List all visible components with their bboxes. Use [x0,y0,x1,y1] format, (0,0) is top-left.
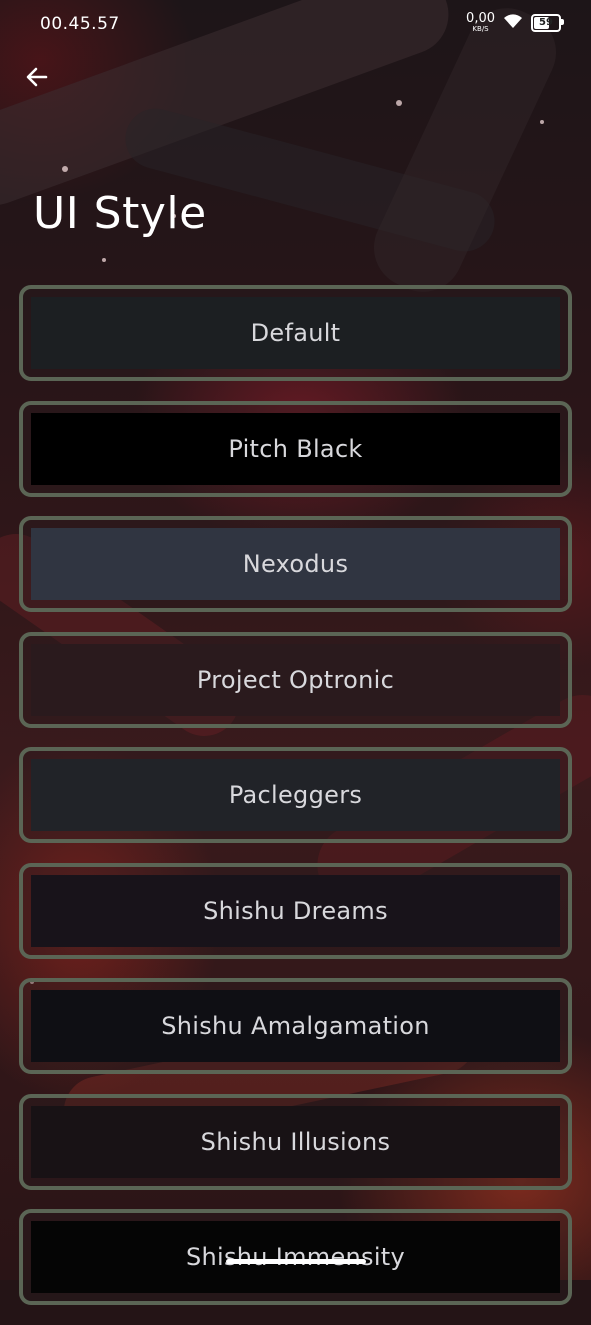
network-speed-indicator: 0,00 KB/S [466,12,495,33]
style-option-shishu-amalgamation[interactable]: Shishu Amalgamation [19,978,572,1074]
style-option-label: Pitch Black [228,434,363,463]
style-swatch: Shishu Immensity [31,1221,560,1293]
style-option-project-optronic[interactable]: Project Optronic [19,631,572,728]
page-title: UI Style [33,188,207,239]
style-swatch: Shishu Dreams [31,874,560,947]
network-speed-unit: KB/S [472,25,489,33]
ui-style-list: Default Pitch Black Nexodus Project Optr… [19,285,572,1325]
style-option-label: Pacleggers [228,781,363,809]
style-swatch: Shishu Amalgamation [31,990,560,1062]
arrow-left-icon [24,64,50,94]
network-speed-value: 0,00 [466,11,495,26]
style-swatch: Default [31,297,560,369]
style-option-label: Shishu Illusions [200,1127,391,1156]
back-button[interactable] [18,60,56,98]
style-option-label: Project Optronic [196,665,395,694]
style-option-label: Shishu Amalgamation [161,1012,430,1040]
style-option-label: Nexodus [242,550,349,578]
home-indicator[interactable] [226,1259,366,1264]
style-swatch: Project Optronic [31,643,560,716]
style-swatch: Shishu Illusions [31,1105,560,1178]
style-option-nexodus[interactable]: Nexodus [19,516,572,612]
style-option-pacleggers[interactable]: Pacleggers [19,747,572,843]
style-option-shishu-immensity[interactable]: Shishu Immensity [19,1209,572,1305]
style-option-shishu-dreams[interactable]: Shishu Dreams [19,862,572,959]
status-time: 00.45.57 [40,14,120,34]
status-bar: 00.45.57 0,00 KB/S 59 [0,0,591,48]
style-swatch: Pitch Black [31,412,560,485]
style-option-label: Shishu Immensity [185,1243,406,1271]
style-swatch: Pacleggers [31,759,560,831]
style-option-label: Default [250,319,341,347]
battery-icon: 59 [531,13,564,32]
style-option-shishu-illusions[interactable]: Shishu Illusions [19,1093,572,1190]
status-icons: 0,00 KB/S 59 [466,12,564,33]
style-option-pitch-black[interactable]: Pitch Black [19,400,572,497]
wifi-icon [503,13,523,33]
style-option-label: Shishu Dreams [203,896,388,925]
style-swatch: Nexodus [31,528,560,600]
style-option-default[interactable]: Default [19,285,572,381]
battery-level: 59 [539,17,553,28]
